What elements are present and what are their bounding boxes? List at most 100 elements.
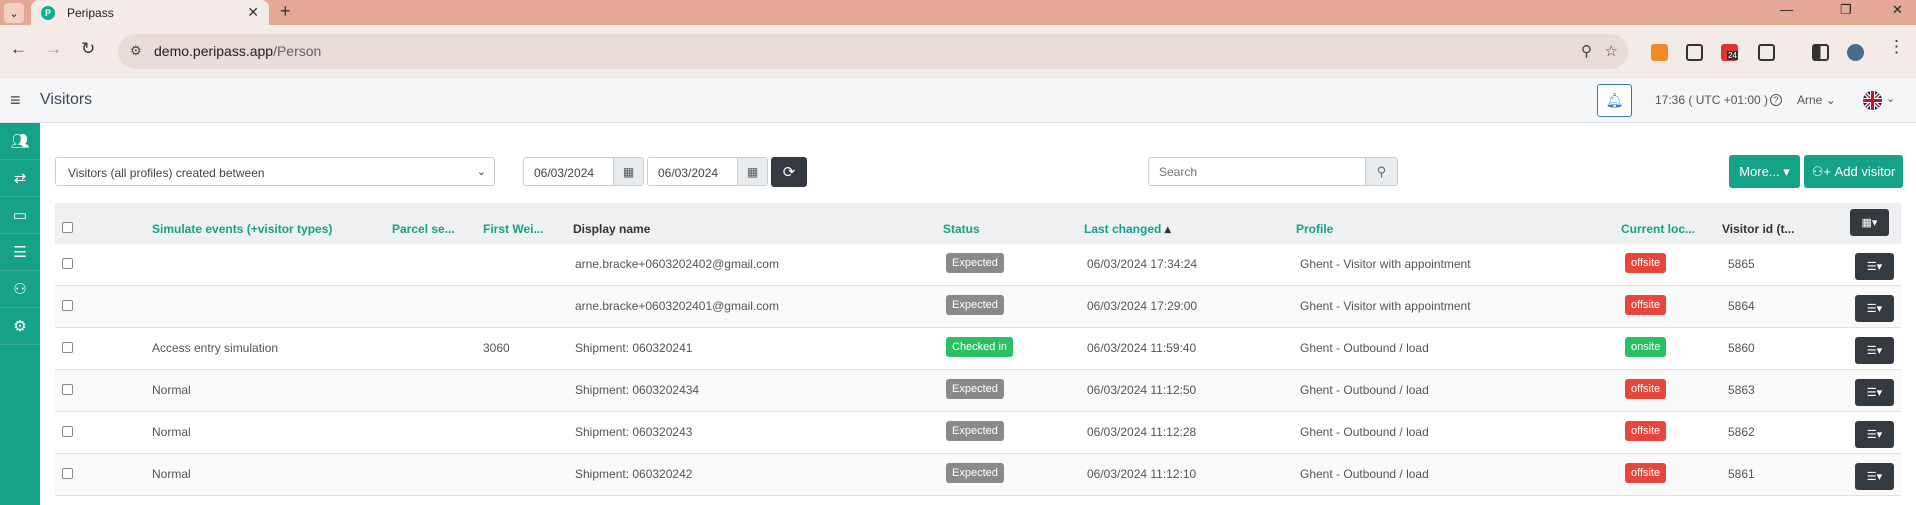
cell-simulate: Normal [152, 383, 191, 397]
notifications-bell-icon[interactable]: 🔔︎ [1597, 84, 1632, 117]
header-first-weight[interactable]: First Wei... [483, 222, 543, 236]
header-current-location[interactable]: Current loc... [1621, 222, 1695, 236]
calendar-extension-icon[interactable]: 24 [1721, 44, 1738, 61]
table-row[interactable]: arne.bracke+0603202402@gmail.com Expected… [55, 244, 1901, 286]
side-panel-icon[interactable] [1812, 44, 1829, 61]
row-actions-button[interactable]: ☰▾ [1855, 253, 1894, 280]
refresh-button[interactable]: ⟳ [771, 157, 807, 187]
search-input[interactable] [1149, 158, 1367, 185]
location-badge: offsite [1625, 295, 1667, 315]
users-icon[interactable]: 👥︎ [0, 123, 40, 160]
profile-avatar[interactable] [1847, 44, 1864, 61]
checklist-icon[interactable]: ☰ [0, 234, 40, 271]
site-info-icon[interactable]: ⚙ [130, 43, 142, 59]
cell-display-name[interactable]: Shipment: 060320242 [575, 467, 692, 481]
header-parcel[interactable]: Parcel se... [392, 222, 455, 236]
table-row[interactable]: arne.bracke+0603202401@gmail.com Expected… [55, 286, 1901, 328]
minimize-button[interactable]: — [1780, 2, 1793, 17]
desk-icon[interactable]: ▭ [0, 197, 40, 234]
tab-title: Peripass [67, 5, 114, 20]
cell-last-changed: 06/03/2024 11:12:10 [1087, 467, 1197, 481]
row-checkbox[interactable] [62, 342, 73, 353]
browser-toolbar: ← → ↻ ⚙ demo.peripass.app/Person ⚲ ☆ 24 … [0, 25, 1916, 78]
cell-display-name[interactable]: Shipment: 0603202434 [575, 383, 699, 397]
cell-display-name[interactable]: Shipment: 060320243 [575, 425, 692, 439]
calendar-icon[interactable]: ▦ [737, 158, 767, 185]
row-actions-button[interactable]: ☰▾ [1855, 337, 1894, 364]
language-chevron-icon[interactable]: ⌄ [1886, 92, 1895, 105]
cell-last-changed: 06/03/2024 11:12:28 [1087, 425, 1197, 439]
cell-profile: Ghent - Outbound / load [1300, 467, 1429, 481]
location-badge: offsite [1625, 463, 1667, 483]
row-actions-button[interactable]: ☰▾ [1855, 463, 1894, 490]
uk-flag-icon[interactable] [1863, 91, 1882, 110]
reload-icon[interactable]: ↻ [81, 39, 95, 59]
table-row[interactable]: Access entry simulation 3060 Shipment: 060… [55, 328, 1901, 370]
browser-tab-bar: ⌄ P Peripass ✕ + — ❐ ✕ [0, 0, 1916, 25]
gears-icon[interactable]: ⚙ [0, 308, 40, 345]
cell-visitor-id: 5860 [1728, 341, 1755, 355]
address-bar[interactable]: ⚙ demo.peripass.app/Person ⚲ ☆ [118, 34, 1628, 69]
location-badge: offsite [1625, 379, 1667, 399]
extensions-puzzle-icon[interactable] [1758, 44, 1775, 61]
user-menu[interactable]: Arne ⌄ [1797, 93, 1836, 107]
cell-display-name[interactable]: Shipment: 060320241 [575, 341, 692, 355]
row-checkbox[interactable] [62, 258, 73, 269]
search-icon[interactable]: ⚲ [1365, 158, 1397, 185]
cell-profile: Ghent - Visitor with appointment [1300, 299, 1471, 313]
header-last-changed[interactable]: Last changed ▴ [1084, 222, 1171, 236]
tab-search-button[interactable]: ⌄ [4, 3, 24, 23]
header-status[interactable]: Status [943, 222, 980, 236]
table-row[interactable]: Normal Shipment: 0603202434 Expected 06/03/… [55, 370, 1901, 412]
back-icon[interactable]: ← [10, 39, 27, 59]
header-simulate-events[interactable]: Simulate events (+visitor types) [152, 222, 332, 236]
cell-display-name[interactable]: arne.bracke+0603202402@gmail.com [575, 257, 779, 271]
new-tab-button[interactable]: + [280, 1, 291, 22]
page-title: Visitors [40, 91, 93, 108]
restore-button[interactable]: ❐ [1840, 2, 1852, 18]
select-all-checkbox[interactable] [62, 222, 73, 233]
header-display-name[interactable]: Display name [573, 222, 650, 236]
status-badge: Expected [946, 463, 1004, 483]
peripass-favicon-icon: P [41, 5, 55, 20]
extension-chart-icon[interactable] [1651, 44, 1668, 61]
bookmark-star-icon[interactable]: ☆ [1605, 42, 1618, 60]
row-actions-button[interactable]: ☰▾ [1855, 295, 1894, 322]
user-settings-icon[interactable]: ⚇ [0, 271, 40, 308]
browser-menu-icon[interactable]: ⋮ [1888, 37, 1905, 57]
calendar-icon[interactable]: ▦ [613, 158, 643, 185]
transfer-icon[interactable]: ⇄ [0, 160, 40, 197]
row-actions-button[interactable]: ☰▾ [1855, 421, 1894, 448]
row-checkbox[interactable] [62, 468, 73, 479]
table-row[interactable]: Normal Shipment: 060320242 Expected 06/03/2… [55, 454, 1901, 496]
date-from-input[interactable]: 06/03/2024 ▦ [523, 157, 644, 186]
row-checkbox[interactable] [62, 426, 73, 437]
add-visitor-button[interactable]: ⚇+ Add visitor [1804, 155, 1903, 188]
status-badge: Expected [946, 421, 1004, 441]
more-button[interactable]: More... ▾ [1729, 155, 1800, 188]
table-row[interactable]: Normal Shipment: 060320243 Expected 06/03/2… [55, 412, 1901, 454]
status-badge: Expected [946, 253, 1004, 273]
screenshot-icon[interactable] [1686, 44, 1703, 61]
header-profile[interactable]: Profile [1296, 222, 1333, 236]
header-visitor-id[interactable]: Visitor id (t... [1722, 222, 1794, 236]
forward-icon[interactable]: → [45, 39, 62, 59]
cell-simulate: Normal [152, 425, 191, 439]
help-icon[interactable]: ? [1770, 94, 1782, 106]
cell-display-name[interactable]: arne.bracke+0603202401@gmail.com [575, 299, 779, 313]
tab-close-icon[interactable]: ✕ [247, 4, 259, 21]
column-chooser-button[interactable]: ▦▾ [1850, 209, 1889, 236]
row-checkbox[interactable] [62, 384, 73, 395]
row-checkbox[interactable] [62, 300, 73, 311]
cell-profile: Ghent - Visitor with appointment [1300, 257, 1471, 271]
cell-last-changed: 06/03/2024 17:29:00 [1087, 299, 1198, 313]
close-window-button[interactable]: ✕ [1892, 2, 1903, 18]
location-badge: onsite [1625, 337, 1667, 357]
chevron-down-icon: ⌄ [476, 166, 486, 178]
browser-tab[interactable]: P Peripass ✕ [31, 0, 269, 25]
row-actions-button[interactable]: ☰▾ [1855, 379, 1894, 406]
date-to-input[interactable]: 06/03/2024 ▦ [647, 157, 768, 186]
filter-select[interactable]: Visitors (all profiles) created between … [55, 157, 495, 186]
hamburger-menu-icon[interactable]: ≡ [10, 90, 21, 111]
zoom-icon[interactable]: ⚲ [1581, 42, 1592, 60]
